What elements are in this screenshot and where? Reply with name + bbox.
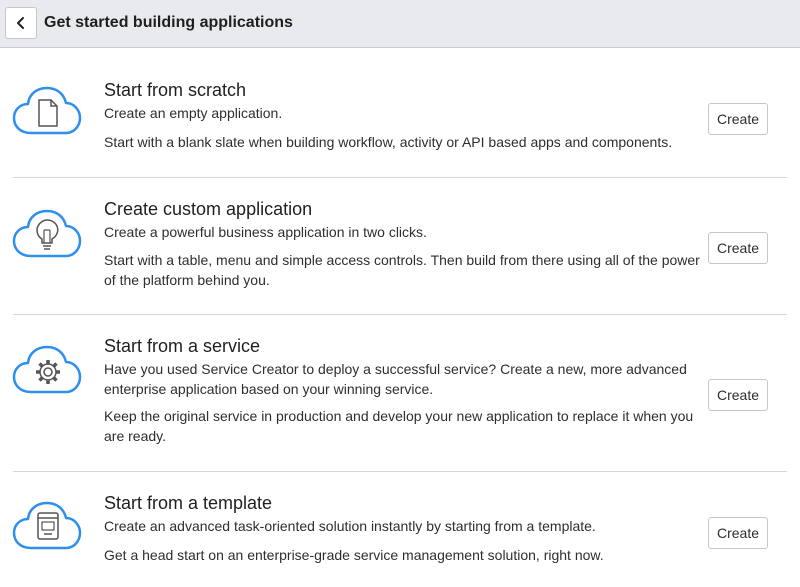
cloud-template-icon [11,500,83,552]
cloud-lightbulb-icon [11,208,83,260]
divider [13,314,787,315]
option-description: Start with a blank slate when building w… [104,134,673,150]
option-title: Start from a template [104,493,273,513]
divider [13,177,787,178]
option-description: Start with a table, menu and simple acce… [104,252,700,288]
option-summary: Have you used Service Creator to deploy … [104,361,687,397]
chevron-left-icon [17,17,24,29]
option-title: Start from a service [104,336,261,356]
divider [13,471,787,472]
create-button[interactable]: Create [708,103,768,135]
option-description: Get a head start on an enterprise-grade … [104,547,604,563]
option-summary: Create an empty application. [104,105,283,121]
option-title: Create custom application [104,199,313,219]
back-button[interactable] [5,7,37,39]
option-summary: Create a powerful business application i… [104,224,427,240]
create-button[interactable]: Create [708,379,768,411]
cloud-gear-icon [11,344,83,396]
option-title: Start from scratch [104,80,247,100]
create-button[interactable]: Create [708,517,768,549]
option-description: Keep the original service in production … [104,408,694,444]
create-button[interactable]: Create [708,232,768,264]
option-summary: Create an advanced task-oriented solutio… [104,518,596,534]
page-title: Get started building applications [44,14,293,31]
page-header: Get started building applications [0,0,800,48]
cloud-document-icon [11,85,83,137]
